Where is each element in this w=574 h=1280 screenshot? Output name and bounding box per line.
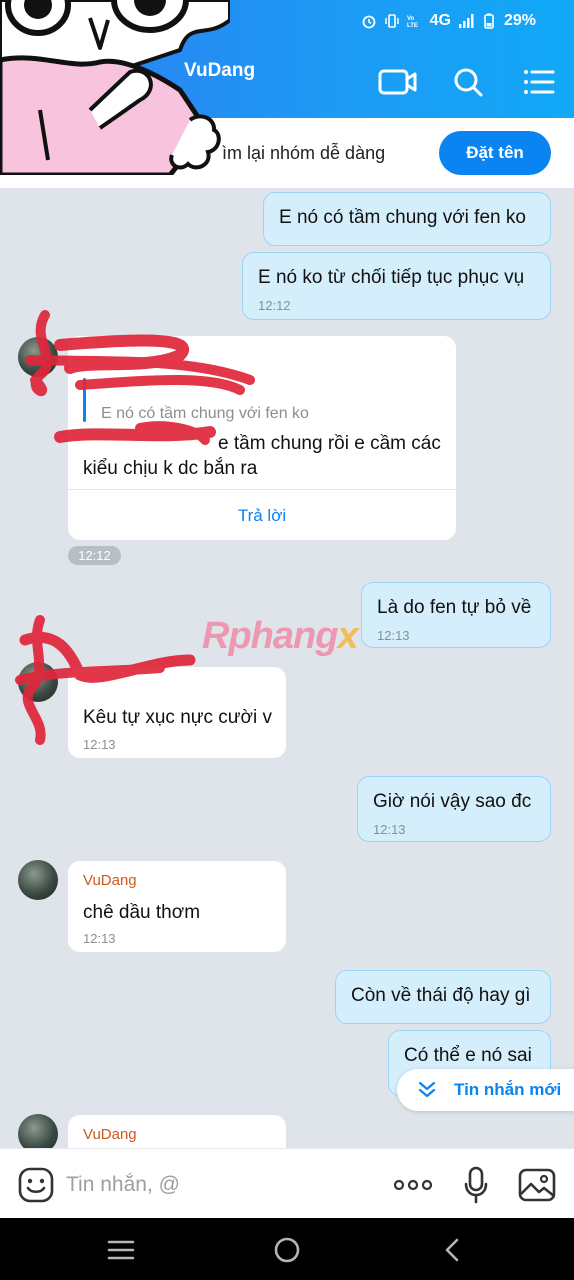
- message-time: 12:12: [258, 298, 291, 313]
- sender-name[interactable]: VuDang: [83, 1126, 137, 1143]
- more-button[interactable]: [393, 1165, 433, 1205]
- image-icon: [518, 1168, 556, 1202]
- quote-bar: [83, 378, 86, 422]
- alarm-icon: [362, 15, 376, 29]
- image-button[interactable]: [517, 1165, 557, 1205]
- home-button[interactable]: [267, 1230, 307, 1270]
- new-messages-button[interactable]: Tin nhắn mới: [397, 1069, 574, 1111]
- vibrate-icon: [384, 14, 399, 28]
- more-icon: [393, 1179, 433, 1191]
- video-call-icon: [378, 69, 417, 95]
- sticker-image: [0, 0, 230, 175]
- received-message[interactable]: VuDang chê dầu thơm 12:13: [68, 861, 286, 952]
- recent-apps-button[interactable]: [101, 1230, 141, 1270]
- watermark-main: Rphang: [202, 615, 338, 657]
- avatar[interactable]: [18, 662, 58, 702]
- message-text-line2: kiểu chịu k dc bắn ra: [83, 458, 258, 479]
- emoji-button[interactable]: [16, 1165, 56, 1205]
- quoted-text: E nó có tầm chung với fen ko: [101, 405, 309, 422]
- volte-icon: VoLTE: [407, 16, 418, 29]
- sent-message[interactable]: Giờ nói vậy sao đc 12:13: [357, 776, 551, 842]
- message-text: Giờ nói vậy sao đc: [373, 791, 532, 812]
- message-time: 12:13: [377, 628, 410, 643]
- back-icon: [445, 1238, 459, 1262]
- message-text: E nó có tầm chung với fen ko: [279, 207, 526, 228]
- watermark-accent: x: [337, 615, 358, 657]
- message-text: Kêu tự xục nực cười v: [83, 707, 272, 728]
- message-text: E nó ko từ chối tiếp tục phục vụ: [258, 267, 525, 288]
- message-text: e tầm chung rồi e cầm các: [218, 433, 441, 454]
- home-icon: [274, 1237, 300, 1263]
- search-button[interactable]: [448, 62, 488, 102]
- message-input-bar: [0, 1148, 574, 1218]
- svg-text:LTE: LTE: [407, 23, 418, 29]
- sender-name[interactable]: VuDang: [83, 872, 137, 889]
- banner-text: ìm lại nhóm dễ dàng: [222, 143, 386, 163]
- back-button[interactable]: [432, 1230, 472, 1270]
- avatar[interactable]: [18, 860, 58, 900]
- message-input[interactable]: [66, 1169, 386, 1201]
- reply-divider: [68, 489, 456, 490]
- message-time: 12:13: [83, 931, 116, 946]
- message-time: 12:13: [373, 822, 406, 837]
- message-text: Có thể e nó sai: [404, 1045, 532, 1066]
- time-pill: 12:12: [68, 546, 121, 565]
- system-nav-bar: [0, 1218, 574, 1280]
- voice-button[interactable]: [456, 1165, 496, 1205]
- double-chevron-down-icon: [418, 1081, 436, 1098]
- sent-message[interactable]: E nó ko từ chối tiếp tục phục vụ 12:12: [242, 252, 551, 320]
- battery-level: 29%: [503, 12, 536, 29]
- new-messages-label: Tin nhắn mới: [454, 1080, 562, 1099]
- message-text: Là do fen tự bỏ về: [377, 597, 532, 618]
- network-type: 4G: [429, 12, 451, 29]
- watermark: Rphangx: [202, 615, 359, 658]
- avatar[interactable]: [18, 337, 58, 377]
- received-message[interactable]: Kêu tự xục nực cười v 12:13: [68, 667, 286, 758]
- microphone-icon: [464, 1166, 488, 1204]
- video-call-button[interactable]: [378, 62, 418, 102]
- message-text: Còn về thái độ hay gì: [351, 985, 531, 1006]
- message-time: 12:13: [83, 737, 116, 752]
- search-icon: [454, 68, 483, 97]
- sent-message[interactable]: E nó có tầm chung với fen ko: [263, 192, 551, 246]
- svg-text:Vo: Vo: [407, 16, 415, 22]
- battery-icon: [484, 13, 494, 29]
- message-text: chê dầu thơm: [83, 902, 201, 923]
- set-name-button[interactable]: Đặt tên: [439, 131, 551, 175]
- menu-button[interactable]: [519, 62, 559, 102]
- status-bar: Vo LTE 4G 29%: [361, 12, 536, 30]
- sent-message[interactable]: Còn về thái độ hay gì: [335, 970, 551, 1024]
- reply-link[interactable]: Trả lời: [68, 506, 456, 526]
- emoji-icon: [18, 1167, 54, 1203]
- recent-apps-icon: [107, 1240, 135, 1260]
- signal-icon: [458, 14, 474, 28]
- sent-message[interactable]: Là do fen tự bỏ về 12:13: [361, 582, 551, 648]
- received-message[interactable]: E nó có tầm chung với fen ko e tầm chung…: [68, 336, 456, 540]
- menu-icon: [524, 70, 555, 94]
